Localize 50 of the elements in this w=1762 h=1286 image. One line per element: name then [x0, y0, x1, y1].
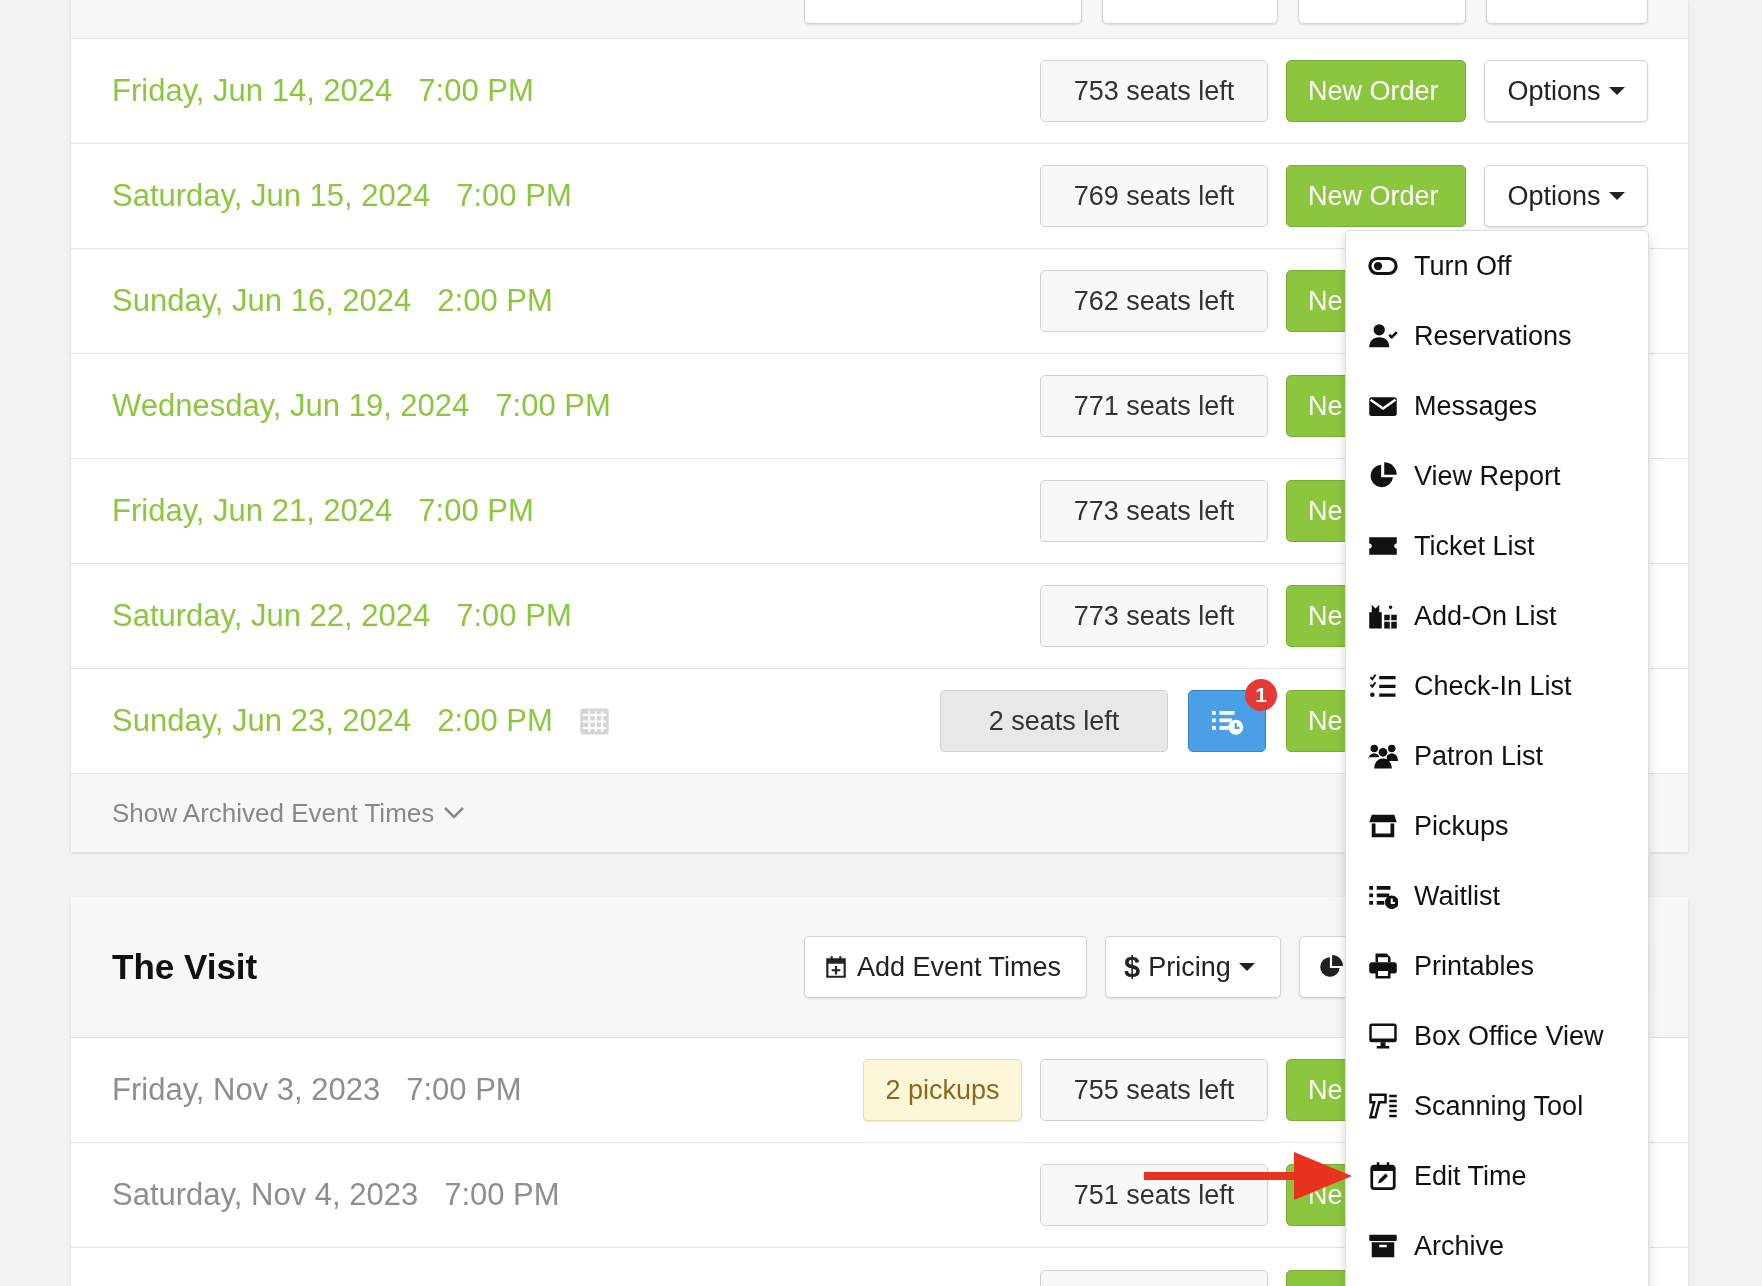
add-event-times-button[interactable]: Add Event Times: [804, 936, 1087, 998]
caret-icon: [1608, 87, 1625, 95]
caret-icon: [1238, 963, 1255, 971]
menu-item[interactable]: Add-On List: [1346, 581, 1648, 651]
seats-left-counter: 762 seats left: [1040, 270, 1268, 332]
menu-item[interactable]: Edit Time: [1346, 1141, 1648, 1211]
notification-badge: 1: [1245, 679, 1277, 711]
show-archived-link[interactable]: Show Archived Event Times: [112, 797, 435, 829]
seats-left-counter: 2 seats left: [940, 690, 1168, 752]
toolbar-button[interactable]: [1102, 0, 1278, 24]
seats-left-counter: 769 seats left: [1040, 165, 1268, 227]
menu-item[interactable]: Printables: [1346, 931, 1648, 1001]
menu-item[interactable]: Patron List: [1346, 721, 1648, 791]
menu-item[interactable]: Check-In List: [1346, 651, 1648, 721]
calendar-edit-icon: [1368, 1161, 1398, 1191]
menu-item[interactable]: Turn Off: [1346, 231, 1648, 301]
event-date[interactable]: Friday, Nov 3, 2023: [112, 1072, 381, 1108]
options-button[interactable]: Options: [1484, 165, 1648, 227]
seats-left-counter: 773 seats left: [1040, 585, 1268, 647]
monitor-icon: [1368, 1021, 1398, 1051]
event-time[interactable]: 7:00 PM: [406, 1072, 522, 1108]
pickups-badge[interactable]: 2 pickups: [863, 1059, 1022, 1121]
toolbar-button[interactable]: [804, 0, 1082, 24]
section-title: The Visit: [112, 947, 259, 987]
menu-item[interactable]: Ticket List: [1346, 511, 1648, 581]
printer-icon: [1368, 951, 1398, 981]
menu-item[interactable]: Archive: [1346, 1211, 1648, 1281]
seats-left-counter: 773 seats left: [1040, 480, 1268, 542]
menu-item[interactable]: Box Office View: [1346, 1001, 1648, 1071]
pricing-button[interactable]: $ Pricing: [1105, 936, 1281, 998]
caret-icon: [1608, 192, 1625, 200]
calendar-plus-icon: [823, 954, 849, 980]
seats-left-counter: 755 seats left: [1040, 1059, 1268, 1121]
seats-left-counter: 753 seats left: [1040, 60, 1268, 122]
scanner-icon: [1368, 1091, 1398, 1121]
event-time[interactable]: 7:00 PM: [444, 1177, 560, 1213]
menu-item[interactable]: Scanning Tool: [1346, 1071, 1648, 1141]
menu-item[interactable]: Pickups: [1346, 791, 1648, 861]
toolbar-button[interactable]: [1298, 0, 1466, 24]
menu-item[interactable]: Waitlist: [1346, 861, 1648, 931]
menu-item[interactable]: Reservations: [1346, 301, 1648, 371]
gift-icon: [1368, 601, 1398, 631]
event-date[interactable]: Saturday, Nov 4, 2023: [112, 1177, 419, 1213]
menu-item[interactable]: View Report: [1346, 441, 1648, 511]
seats-left-counter: 771 seats left: [1040, 375, 1268, 437]
pie-chart-icon: [1318, 954, 1344, 980]
toolbar-button[interactable]: [1486, 0, 1648, 24]
seats-left-counter: 751 seats left: [1040, 1164, 1268, 1226]
menu-item[interactable]: Messages: [1346, 371, 1648, 441]
options-button[interactable]: Options: [1484, 60, 1648, 122]
